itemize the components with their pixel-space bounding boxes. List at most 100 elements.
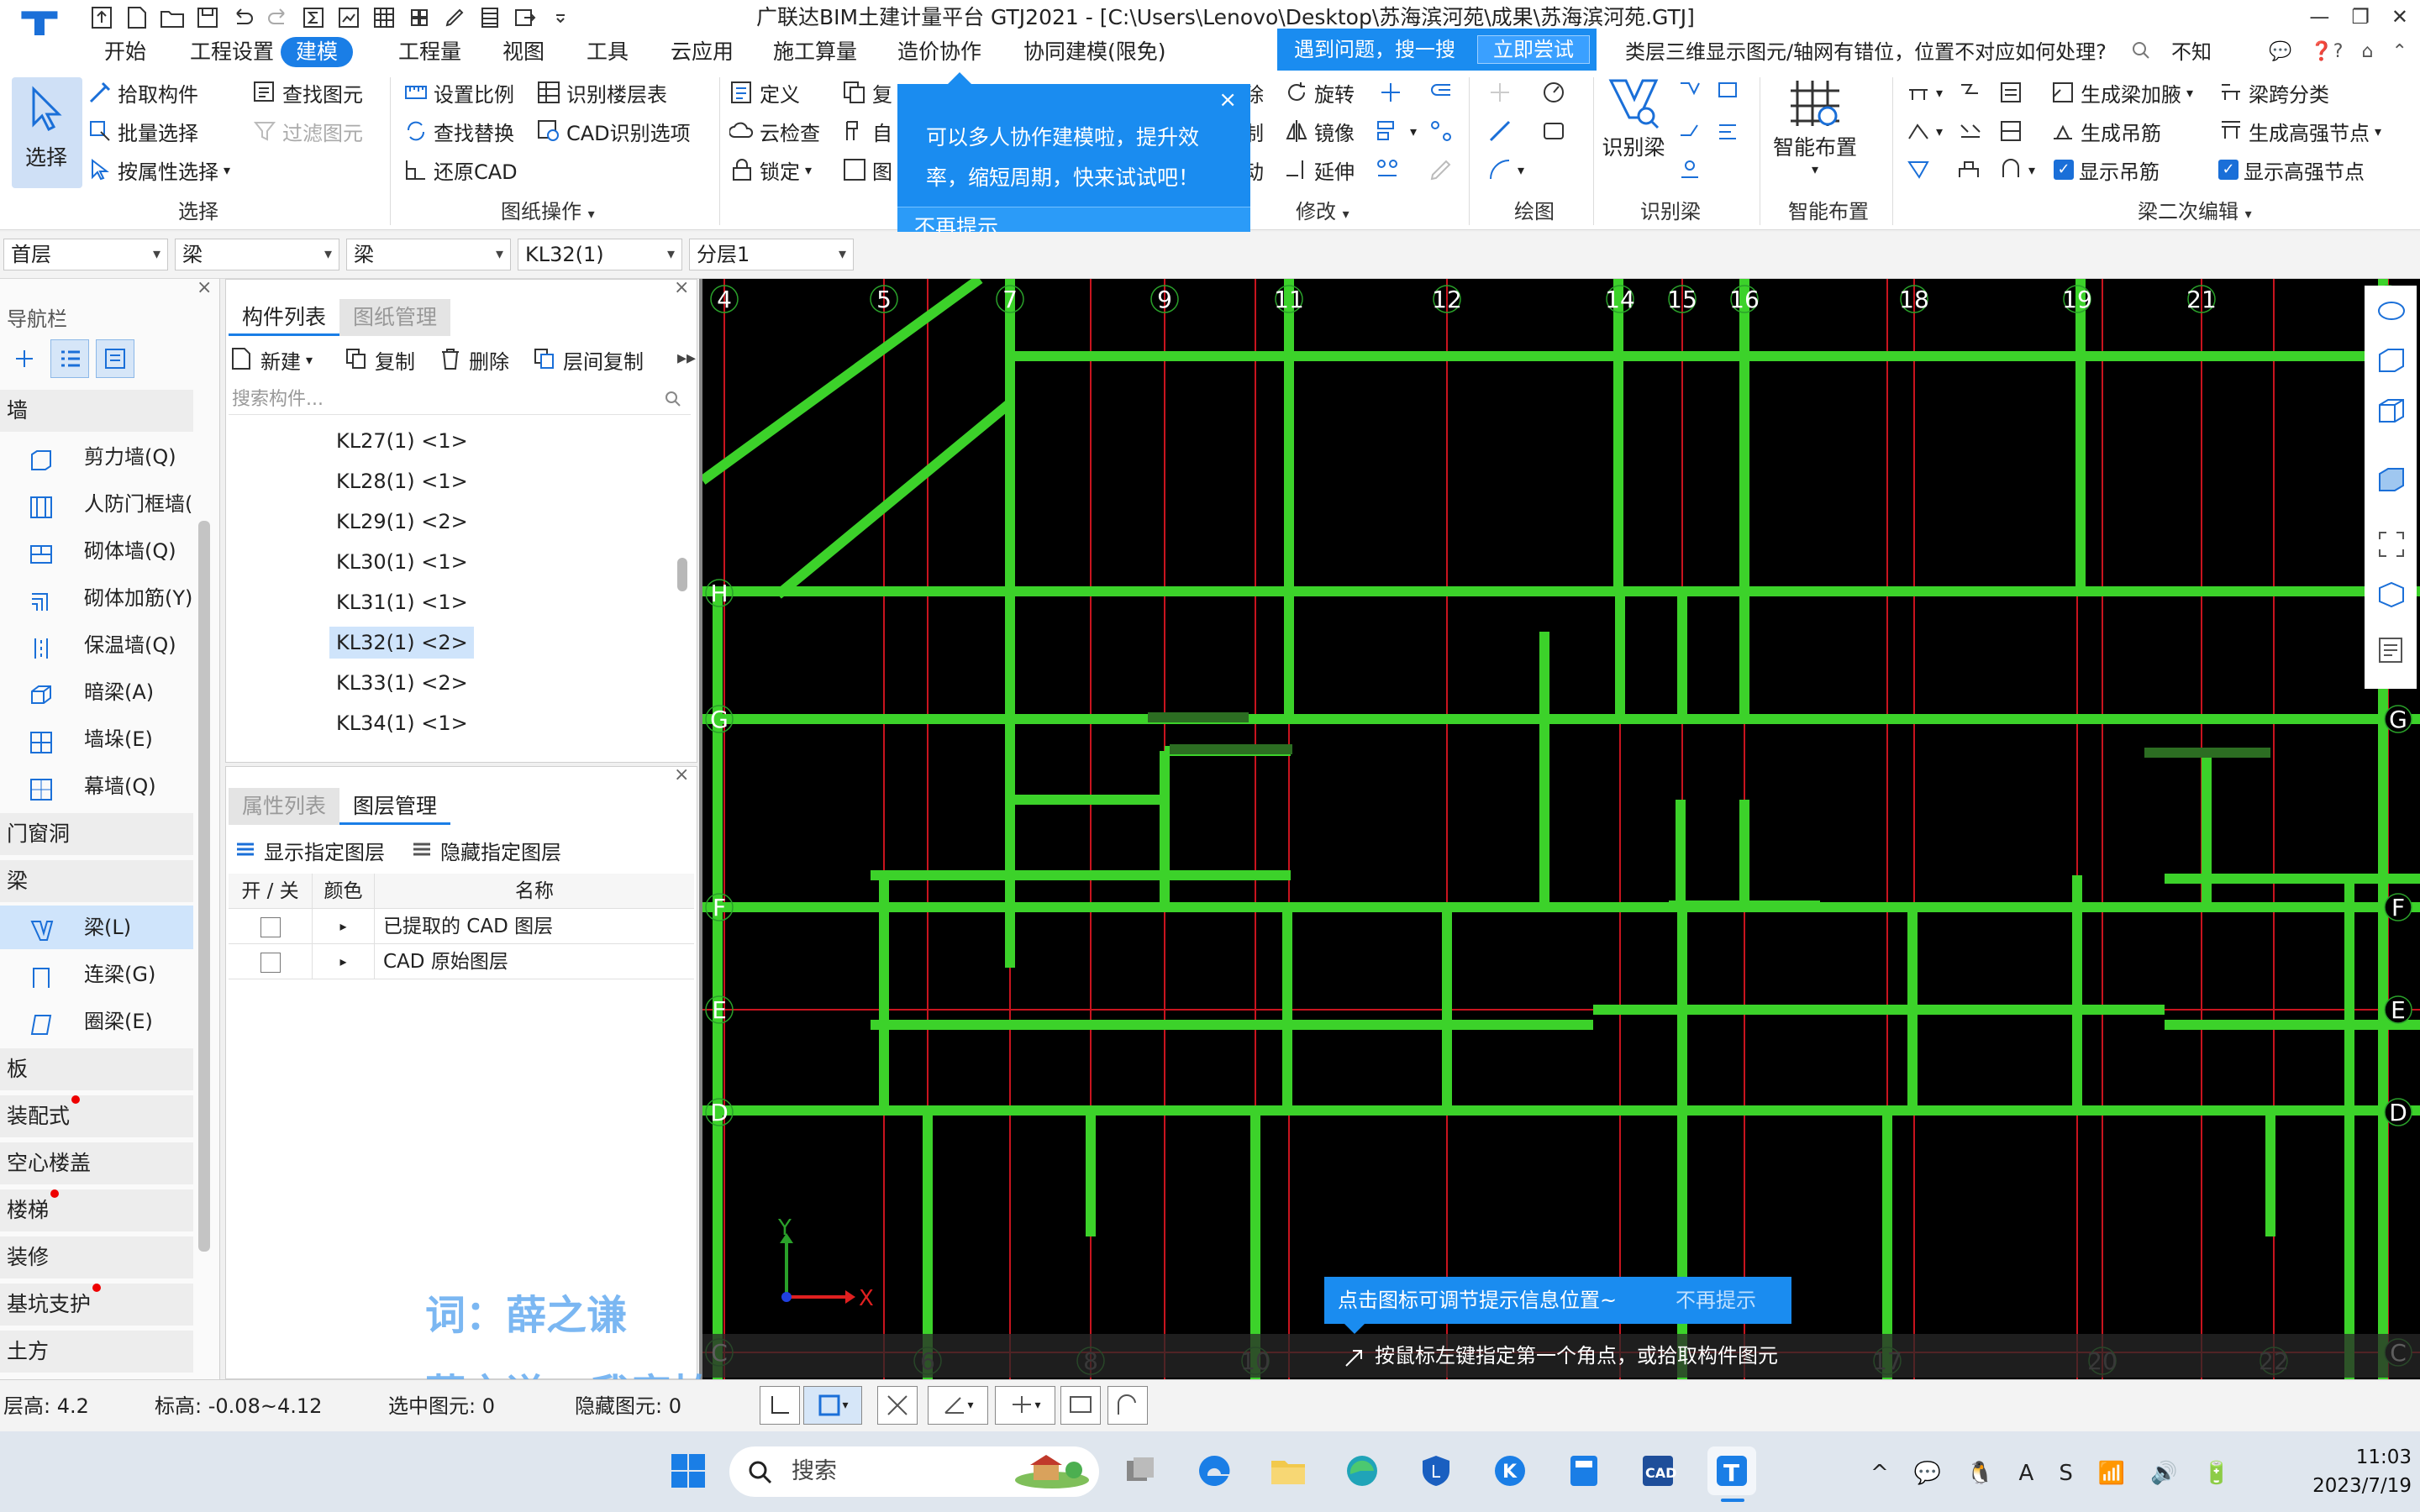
wechat-icon[interactable]: 💬 (1914, 1458, 1941, 1488)
nav-item-shear-wall[interactable]: 剪力墙(Q) (0, 435, 193, 479)
try-now-button[interactable]: 立即尝试 (1477, 35, 1590, 64)
find-replace-button[interactable]: 查找替换 (403, 114, 514, 148)
gtj-app-icon[interactable]: T (1707, 1446, 1756, 1495)
beam-tool-4-icon[interactable]: ▾ (1906, 114, 1943, 148)
floor-plan-drawing[interactable]: 45791112141516181921256810172022HGFEDCGF… (702, 279, 2420, 1379)
define-button[interactable]: 定义 (729, 76, 800, 109)
open-folder-icon[interactable] (158, 3, 187, 32)
beam-span-class-button[interactable]: 梁跨分类 (2218, 76, 2329, 109)
arc-mode-icon[interactable] (1107, 1386, 1148, 1425)
home-icon[interactable]: ⌂ (2361, 37, 2373, 67)
copy-component-button[interactable]: 复制 (345, 343, 415, 376)
recognize-floor-table-button[interactable]: 识别楼层表 (536, 76, 667, 109)
component-row[interactable]: KL30(1) <1> (329, 546, 475, 578)
break-icon[interactable] (1375, 153, 1400, 186)
filter-element-button[interactable]: 过滤图元 (252, 114, 363, 148)
collapse-ribbon-icon[interactable]: ⌃ (2391, 37, 2407, 67)
lock-button[interactable]: 锁定 ▾ (729, 153, 812, 186)
component-row[interactable]: KL31(1) <1> (329, 586, 475, 618)
fit-view-icon[interactable] (2376, 529, 2407, 563)
generate-haunch-button[interactable]: 生成梁加腋 ▾ (2050, 76, 2193, 109)
input-method-icon[interactable]: A (2019, 1458, 2034, 1488)
tab-5[interactable]: 工具 (587, 37, 629, 67)
nav-item-coupling-beam[interactable]: 连梁(G) (0, 953, 193, 996)
beam-elements[interactable] (702, 279, 2420, 1379)
recognize-tool-4-icon[interactable] (1716, 114, 1741, 148)
upload-icon[interactable] (87, 3, 116, 32)
panel-close-icon[interactable]: × (674, 277, 689, 298)
tray-overflow-icon[interactable]: ^ (1870, 1458, 1889, 1488)
tab-0[interactable]: 开始 (104, 37, 146, 67)
nav-close-icon[interactable]: × (197, 277, 212, 298)
rect-draw-icon[interactable] (1541, 114, 1566, 148)
nav-category-hollow-floor[interactable]: 空心楼盖 (0, 1142, 193, 1184)
layer-row[interactable]: ▸ CAD 原始图层 (229, 944, 694, 979)
smart-layout-button[interactable]: 智能布置 ▾ (1770, 76, 1860, 177)
component-row[interactable]: KL34(1) <1> (329, 707, 475, 739)
image-button[interactable]: 图 (842, 153, 892, 186)
view-box-icon[interactable] (2376, 580, 2407, 613)
select-button[interactable]: 选择 (12, 77, 82, 188)
nav-item-beam[interactable]: 梁(L) (0, 906, 193, 949)
close-button[interactable]: ✕ (2391, 2, 2408, 32)
layer-row[interactable]: ▸ 已提取的 CAD 图层 (229, 909, 694, 944)
show-strong-node-checkbox[interactable]: ✓ 显示高强节点 (2218, 153, 2365, 186)
nav-category-wall[interactable]: 墙 (0, 390, 193, 432)
modify-group-label[interactable]: 修改 ▾ (1296, 195, 1349, 224)
generate-strong-node-button[interactable]: 生成高强节点 ▾ (2218, 114, 2381, 148)
tab-3[interactable]: 工程量 (398, 37, 461, 67)
tab-property-list[interactable]: 属性列表 (229, 788, 340, 825)
beam-tool-2-icon[interactable] (1958, 76, 1983, 109)
calculator-app-icon[interactable] (1560, 1446, 1608, 1495)
edit-disabled-icon[interactable] (1428, 153, 1454, 186)
trim-icon[interactable] (1378, 76, 1403, 109)
customize-dropdown-icon[interactable] (546, 3, 575, 32)
view-3d-icon[interactable] (2376, 346, 2407, 380)
new-component-button[interactable]: 新建 ▾ (230, 343, 313, 376)
panel-close-icon[interactable]: × (674, 764, 689, 785)
system-clock[interactable]: 11:03 2023/7/19 (2302, 1443, 2412, 1500)
security-app-icon[interactable]: L (1412, 1446, 1460, 1495)
beam-tool-5-icon[interactable] (1958, 114, 1983, 148)
sum-icon[interactable] (299, 3, 328, 32)
angle-mode-icon[interactable]: ▾ (928, 1386, 988, 1425)
component-select[interactable]: KL32(1) (518, 239, 682, 270)
line-draw-icon[interactable] (1487, 114, 1512, 148)
split-icon[interactable] (1428, 114, 1454, 148)
snap-mode-icon[interactable]: ▾ (803, 1386, 862, 1425)
chat-icon[interactable]: 💬 (2269, 37, 2291, 67)
element-subtype-select[interactable]: 梁 (346, 239, 511, 270)
beam-tool-9-icon[interactable]: ▾ (1998, 153, 2035, 186)
minimize-button[interactable]: — (2309, 2, 2329, 32)
component-row[interactable]: KL33(1) <2> (329, 667, 475, 699)
layer-toggle-checkbox[interactable] (260, 952, 281, 973)
layer-toggle-checkbox[interactable] (260, 916, 281, 937)
offset-icon[interactable] (1428, 76, 1454, 109)
battery-icon[interactable]: 🔋 (2203, 1458, 2230, 1488)
faq-search-input[interactable]: 类层三维显示图元/轴网有错位，位置不对应如何处理? (1625, 37, 2107, 67)
volume-icon[interactable]: 🔊 (2150, 1458, 2177, 1488)
nav-category-earthwork[interactable]: 土方 (0, 1331, 193, 1373)
recognize-tool-3-icon[interactable] (1677, 114, 1702, 148)
more-arrow-icon[interactable]: ▸▸ (677, 348, 696, 369)
arc-draw-icon[interactable]: ▾ (1487, 153, 1524, 186)
maximize-button[interactable]: ❐ (2351, 2, 2370, 32)
pick-component-button[interactable]: 拾取构件 (87, 76, 198, 109)
element-type-select[interactable]: 梁 (175, 239, 339, 270)
tab-4[interactable]: 视图 (502, 37, 544, 67)
compass-icon[interactable] (1541, 76, 1566, 109)
nav-item-wall-pier[interactable]: 墙垛(E) (0, 717, 193, 761)
beam-tool-7-icon[interactable] (1906, 153, 1931, 186)
report-icon[interactable] (334, 3, 363, 32)
nav-item-masonry-wall[interactable]: 砌体墙(Q) (0, 529, 193, 573)
nav-item-curtain-wall[interactable]: 幕墙(Q) (0, 764, 193, 808)
tab-6[interactable]: 云应用 (671, 37, 734, 67)
component-row-selected[interactable]: KL32(1) <2> (329, 627, 474, 659)
select-by-attribute-button[interactable]: 按属性选择 ▾ (87, 153, 230, 186)
save-icon[interactable] (193, 3, 222, 32)
layer-select[interactable]: 分层1 (689, 239, 854, 270)
nav-category-door-window[interactable]: 门窗洞 (0, 813, 193, 855)
edge-browser-icon[interactable] (1338, 1446, 1386, 1495)
auto-button[interactable]: 自 (842, 114, 892, 148)
sougou-icon[interactable]: S (2059, 1458, 2073, 1488)
